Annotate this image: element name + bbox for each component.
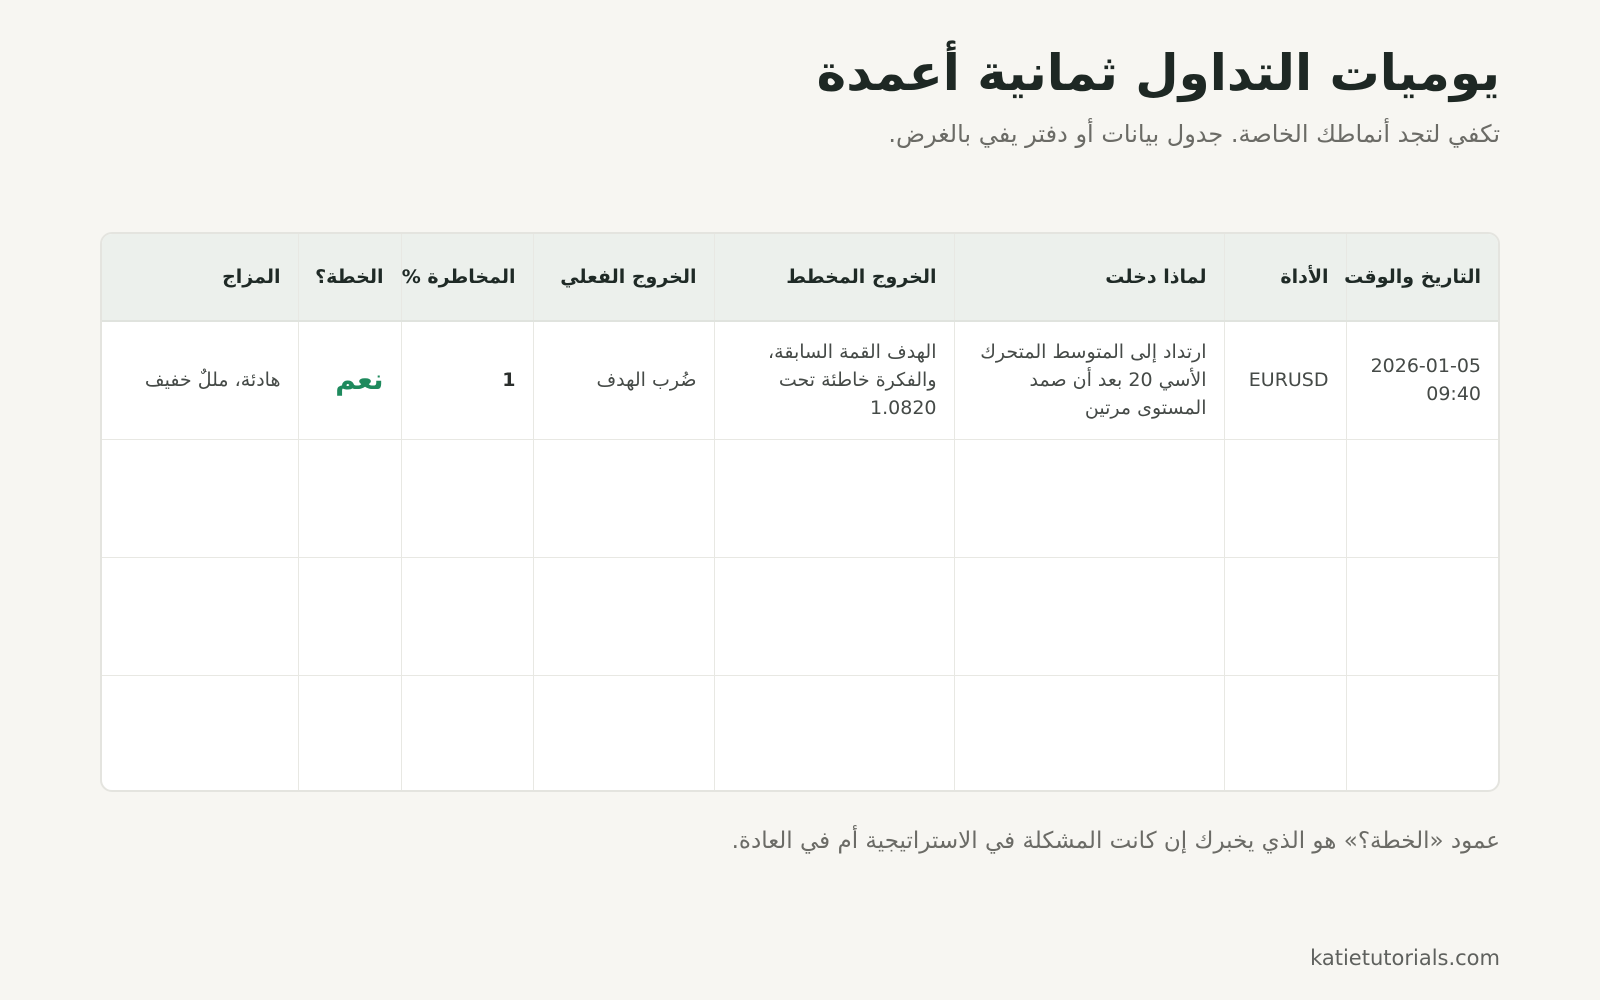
empty-cell[interactable] [102,675,298,790]
cell-planned-exit[interactable]: الهدف القمة السابقة، والفكرة خاطئة تحت 1… [713,321,954,440]
page: يوميات التداول ثمانية أعمدة تكفي لتجد أن… [100,0,1500,1000]
empty-cell[interactable] [532,675,714,790]
empty-cell[interactable] [1223,439,1346,558]
column-header-datetime: التاريخ والوقت [1344,234,1498,322]
empty-cell[interactable] [953,439,1224,558]
empty-table-row [102,439,1498,558]
journal-table: التاريخ والوقت الأداة لماذا دخلت الخروج … [102,234,1498,790]
empty-cell[interactable] [1345,557,1498,676]
empty-cell[interactable] [400,675,533,790]
column-header-actual-exit: الخروج الفعلي [532,234,714,322]
cell-datetime[interactable]: 2026-01-05 09:40 [1345,321,1498,440]
empty-cell[interactable] [1345,439,1498,558]
empty-cell[interactable] [400,557,533,676]
empty-cell[interactable] [713,439,954,558]
empty-cell[interactable] [1223,675,1346,790]
empty-cell[interactable] [953,557,1224,676]
journal-table-container: التاريخ والوقت الأداة لماذا دخلت الخروج … [100,232,1500,792]
empty-cell[interactable] [532,439,714,558]
column-header-mood: المزاج [102,234,298,322]
empty-cell[interactable] [532,557,714,676]
empty-table-row [102,557,1498,676]
empty-cell[interactable] [1223,557,1346,676]
empty-cell[interactable] [297,675,401,790]
empty-cell[interactable] [713,557,954,676]
cell-instrument[interactable]: EURUSD [1223,321,1346,440]
cell-mood[interactable]: هادئة، مللٌ خفيف [102,321,298,440]
cell-reason[interactable]: ارتداد إلى المتوسط المتحرك الأسي 20 بعد … [953,321,1224,440]
empty-table-row [102,675,1498,790]
site-credit: katietutorials.com [1310,946,1500,970]
column-header-risk: المخاطرة % [400,234,533,322]
column-header-planned-exit: الخروج المخطط [713,234,954,322]
empty-cell[interactable] [400,439,533,558]
column-header-reason: لماذا دخلت [953,234,1224,322]
empty-cell[interactable] [297,557,401,676]
table-header-row: التاريخ والوقت الأداة لماذا دخلت الخروج … [102,234,1498,322]
empty-cell[interactable] [953,675,1224,790]
cell-actual-exit[interactable]: ضُرب الهدف [532,321,714,440]
empty-cell[interactable] [102,557,298,676]
table-row: 2026-01-05 09:40 EURUSD ارتداد إلى المتو… [102,321,1498,440]
column-header-plan: الخطة؟ [297,234,401,322]
cell-plan[interactable]: نعم [297,321,401,440]
table-note: عمود «الخطة؟» هو الذي يخبرك إن كانت المش… [731,828,1500,854]
empty-cell[interactable] [297,439,401,558]
empty-cell[interactable] [713,675,954,790]
empty-cell[interactable] [1345,675,1498,790]
empty-cell[interactable] [102,439,298,558]
page-title: يوميات التداول ثمانية أعمدة [816,44,1500,102]
column-header-instrument: الأداة [1223,234,1346,322]
cell-risk[interactable]: 1 [400,321,533,440]
page-subtitle: تكفي لتجد أنماطك الخاصة. جدول بيانات أو … [888,120,1500,148]
